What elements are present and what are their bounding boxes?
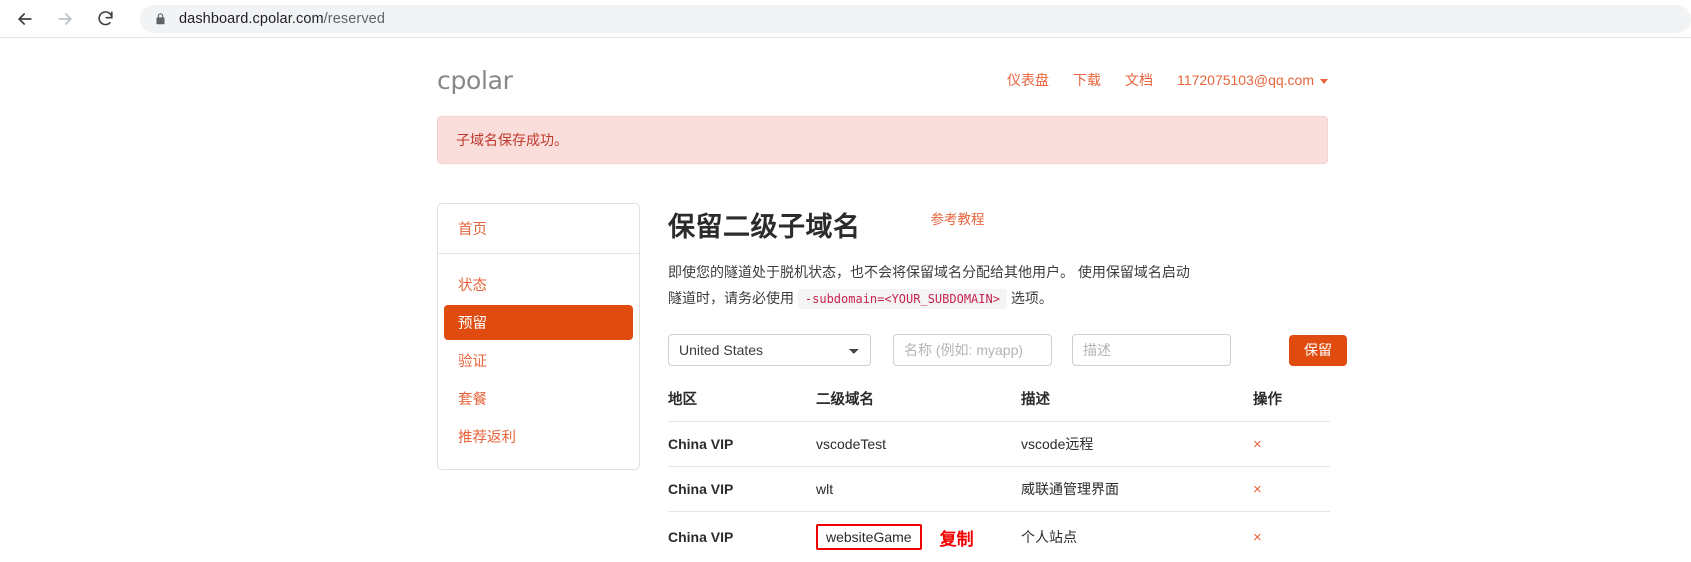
highlight-annotation-box: websiteGame [816,524,922,550]
back-button[interactable] [8,2,42,36]
browser-nav-buttons [8,2,122,36]
cell-domain: vscodeTest [816,422,1021,467]
delete-icon[interactable]: × [1253,436,1262,453]
sidebar-item-plans[interactable]: 套餐 [438,381,639,416]
page-title: 保留二级子域名 [668,205,861,244]
cell-region: China VIP [668,422,816,467]
sidebar-item-status[interactable]: 状态 [438,267,639,302]
col-header-region: 地区 [668,388,816,422]
subdomain-code-snippet: -subdomain=<YOUR_SUBDOMAIN> [798,289,1007,309]
sidebar: 首页 状态 预留 验证 套餐 推荐返利 [437,203,640,470]
site-header: cpolar 仪表盘 下载 文档 1172075103@qq.com [437,38,1328,100]
cell-action: × [1253,422,1330,467]
cell-region: China VIP [668,512,816,562]
region-select[interactable]: United States [668,334,871,366]
table-row: China VIP websiteGame 复制 个人站点 × [668,512,1330,562]
sidebar-item-verify[interactable]: 验证 [438,343,639,378]
sidebar-list: 状态 预留 验证 套餐 推荐返利 [438,254,639,461]
subdomain-name-input[interactable] [893,334,1052,366]
nav-item-user-account[interactable]: 1172075103@qq.com [1165,72,1328,88]
table-row: China VIP wlt 威联通管理界面 × [668,467,1330,512]
url-host: dashboard.cpolar.com [179,11,324,27]
sidebar-header: 首页 [438,204,639,254]
table-row: China VIP vscodeTest vscode远程 × [668,422,1330,467]
page-container: cpolar 仪表盘 下载 文档 1172075103@qq.com 子域名保存… [437,38,1328,562]
nav-item-download[interactable]: 下载 [1061,70,1113,90]
page-body: cpolar 仪表盘 下载 文档 1172075103@qq.com 子域名保存… [0,38,1691,546]
chevron-down-icon [1320,79,1328,84]
title-row: 保留二级子域名 参考教程 [668,205,1347,244]
cell-domain: wlt [816,467,1021,512]
arrow-right-icon [55,9,75,29]
alert-message: 子域名保存成功。 [456,132,568,148]
success-alert: 子域名保存成功。 [437,116,1328,164]
delete-icon[interactable]: × [1253,529,1262,546]
reload-button[interactable] [88,2,122,36]
reload-icon [96,9,115,28]
lock-icon [154,12,167,26]
sidebar-item-referral[interactable]: 推荐返利 [438,419,639,454]
delete-icon[interactable]: × [1253,481,1262,498]
nav-item-docs[interactable]: 文档 [1113,70,1165,90]
url-text: dashboard.cpolar.com/reserved [179,11,385,27]
cell-description: 个人站点 [1021,512,1253,562]
address-bar[interactable]: dashboard.cpolar.com/reserved [140,5,1691,33]
forward-button[interactable] [48,2,82,36]
page-description: 即使您的隧道处于脱机状态，也不会将保留域名分配给其他用户。 使用保留域名启动隧道… [668,259,1190,312]
sidebar-item-reserved[interactable]: 预留 [444,305,633,340]
col-header-domain: 二级域名 [816,388,1021,422]
top-navigation: 仪表盘 下载 文档 1172075103@qq.com [995,70,1328,90]
table-body: China VIP vscodeTest vscode远程 × China VI… [668,422,1330,562]
cell-domain-highlighted: websiteGame 复制 [816,512,1021,562]
browser-toolbar: dashboard.cpolar.com/reserved [0,0,1691,38]
col-header-action: 操作 [1253,388,1330,422]
tutorial-link[interactable]: 参考教程 [931,208,985,228]
col-header-description: 描述 [1021,388,1253,422]
description-input[interactable] [1072,334,1231,366]
url-path: /reserved [324,11,385,27]
cell-description: vscode远程 [1021,422,1253,467]
arrow-left-icon [15,9,35,29]
reserve-form: United States 保留 [668,334,1347,366]
sidebar-item-home[interactable]: 首页 [458,222,487,238]
main-area: 首页 状态 预留 验证 套餐 推荐返利 保留二级子域名 参考教程 即使您的隧道处… [437,203,1328,562]
cell-action: × [1253,512,1330,562]
content-panel: 保留二级子域名 参考教程 即使您的隧道处于脱机状态，也不会将保留域名分配给其他用… [640,203,1347,562]
domain-cell-wrapper: websiteGame 复制 [816,524,1021,550]
table-head: 地区 二级域名 描述 操作 [668,388,1330,422]
cell-region: China VIP [668,467,816,512]
cell-description: 威联通管理界面 [1021,467,1253,512]
cpolar-logo[interactable]: cpolar [437,66,513,95]
cell-action: × [1253,467,1330,512]
description-text-2: 选项。 [1011,290,1053,306]
user-email-label: 1172075103@qq.com [1177,72,1314,88]
reserve-button[interactable]: 保留 [1289,335,1347,366]
reserved-domains-table: 地区 二级域名 描述 操作 China VIP vscodeTest vscod… [668,388,1330,562]
table-header-row: 地区 二级域名 描述 操作 [668,388,1330,422]
nav-item-dashboard[interactable]: 仪表盘 [995,70,1061,90]
